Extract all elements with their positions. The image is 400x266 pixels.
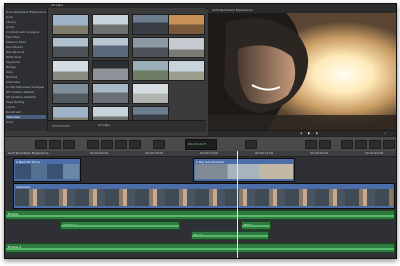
browser-clip-thumbnail[interactable] — [52, 60, 89, 81]
sidebar-item[interactable]: Lunch — [6, 105, 15, 109]
browser-clip-thumbnail[interactable] — [52, 37, 89, 58]
connected-clip-upper-right[interactable]: A Big Get Overlaid — [193, 158, 295, 182]
event-browser — [48, 8, 206, 131]
overwrite-button[interactable] — [129, 140, 141, 149]
previous-icon[interactable]: ◀ — [300, 132, 302, 135]
sidebar-item[interactable]: Audi — [6, 15, 13, 19]
sidebar-item[interactable]: Content Auto Analysis — [6, 30, 39, 34]
sidebar-item[interactable]: Audio — [6, 25, 15, 29]
browser-clip-thumbnail[interactable] — [92, 60, 129, 81]
ruler-tick-label: 00:00:15:00 — [255, 152, 274, 155]
sidebar-item[interactable]: Audi — [6, 120, 13, 124]
ruler-tick-label: 00:00:00:00 — [90, 152, 109, 155]
ruler-tick-label: 00:00:10:00 — [200, 152, 219, 155]
sidebar-item[interactable]: Medium Shot — [6, 40, 26, 44]
browser-clip-thumbnail[interactable] — [168, 14, 205, 35]
sidebar-item[interactable]: Favorites — [6, 35, 20, 39]
sidebar-item[interactable]: Audi Sportback Experience — [6, 10, 47, 14]
browser-filter-label[interactable]: All Clips — [51, 4, 63, 7]
browser-clip-thumbnail[interactable] — [92, 14, 129, 35]
browser-clip-thumbnail[interactable] — [92, 83, 129, 104]
browser-clip-thumbnail[interactable] — [132, 60, 169, 81]
viewer-image — [208, 13, 396, 131]
enhance-button[interactable] — [63, 140, 75, 149]
browser-clip-thumbnail[interactable] — [92, 37, 129, 58]
project-title: Audi Sportback Experience — [8, 152, 49, 155]
sidebar-item[interactable]: Interview — [6, 115, 46, 119]
background-tasks-button[interactable] — [245, 140, 257, 149]
browser-clip-thumbnail[interactable] — [132, 37, 169, 58]
timeline: Audi Sportback Experience 00:00:00:00 00:… — [5, 151, 396, 258]
sidebar-item[interactable]: Helmet — [6, 75, 17, 79]
titles-browser-button[interactable] — [383, 140, 395, 149]
ruler-tick-label: 00:00:05:00 — [145, 152, 164, 155]
browser-footer: All Clips — [48, 120, 206, 132]
browser-clip-thumbnail[interactable] — [132, 83, 169, 104]
effects-browser-button[interactable] — [341, 140, 353, 149]
sidebar-item[interactable]: Library — [6, 20, 17, 24]
playhead[interactable] — [237, 151, 238, 258]
viewer: Audi Sportback Experience — [208, 8, 396, 131]
audio-clip-4[interactable]: Music — [191, 231, 269, 240]
audio-clip-3[interactable]: Wind — [241, 221, 271, 230]
sidebar-item[interactable]: Interview — [6, 80, 20, 84]
connect-button[interactable] — [87, 140, 99, 149]
filmstrip — [15, 164, 79, 179]
timeline-ruler[interactable]: Audi Sportback Experience 00:00:00:00 00:… — [5, 151, 396, 157]
filmstrip — [195, 164, 293, 179]
audio-clip-2[interactable]: Ambience — [60, 221, 180, 230]
photo-browser-button[interactable] — [355, 140, 367, 149]
timecode-display[interactable]: 00:00:14:07 — [185, 139, 217, 150]
sidebar-item[interactable]: Racetrack — [6, 110, 21, 114]
ruler-tick-label: 00:00:25:00 — [365, 152, 384, 155]
sidebar-item[interactable]: Wide Shot — [6, 55, 21, 59]
sidebar-item[interactable]: Cars — [6, 70, 13, 74]
audio-clip-1[interactable]: Engine — [5, 210, 395, 220]
sidebar-item[interactable]: IW Clusters Details — [6, 90, 34, 94]
select-tool-button[interactable] — [153, 140, 165, 149]
music-browser-button[interactable] — [369, 140, 381, 149]
browser-clip-thumbnail[interactable] — [52, 83, 89, 104]
audio-clip-5[interactable]: Engine 2 — [5, 243, 395, 253]
color-board-button[interactable] — [319, 140, 331, 149]
browser-clip-thumbnail[interactable] — [168, 60, 205, 81]
main-toolbar: 00:00:14:07 — [5, 136, 396, 152]
sidebar-item[interactable]: Bridge — [6, 65, 16, 69]
keyword-button[interactable] — [49, 140, 61, 149]
next-icon[interactable]: ▶ — [316, 132, 318, 135]
sidebar-item[interactable]: One Person — [6, 45, 23, 49]
fullscreen-icon[interactable]: ⤢ — [384, 132, 386, 135]
sidebar-item[interactable]: Keywords — [6, 60, 20, 64]
browser-clip-thumbnail[interactable] — [132, 14, 169, 35]
thumbnail-size-slider[interactable] — [52, 125, 70, 127]
viewer-title: Audi Sportback Experience — [212, 9, 253, 12]
import-button[interactable] — [35, 140, 47, 149]
play-icon[interactable]: ▶ — [308, 132, 310, 135]
connected-clip-upper-left[interactable]: A New Ski Drive — [13, 158, 81, 182]
primary-storyline-clip[interactable]: Interview — [13, 183, 395, 209]
sidebar-item[interactable]: Two Persons — [6, 50, 24, 54]
browser-footer-label: All Clips — [98, 124, 110, 127]
append-button[interactable] — [115, 140, 127, 149]
app-window: All Clips Audi Sportback Experience Audi L… — [4, 3, 397, 259]
inspector-button[interactable] — [305, 140, 317, 149]
event-library-sidebar: Audi Sportback Experience Audi Library Audi… — [5, 8, 48, 131]
filmstrip — [15, 189, 393, 206]
browser-clip-thumbnail[interactable] — [52, 14, 89, 35]
insert-button[interactable] — [101, 140, 113, 149]
sidebar-item[interactable]: In Clip Narrative Vintages — [6, 85, 44, 89]
ruler-tick-label: 00:00:20:00 — [310, 152, 329, 155]
sidebar-item[interactable]: IW Clusters Outside — [6, 95, 36, 99]
sidebar-item[interactable]: Keep Rolling — [6, 100, 24, 104]
browser-clip-thumbnail[interactable] — [168, 37, 205, 58]
